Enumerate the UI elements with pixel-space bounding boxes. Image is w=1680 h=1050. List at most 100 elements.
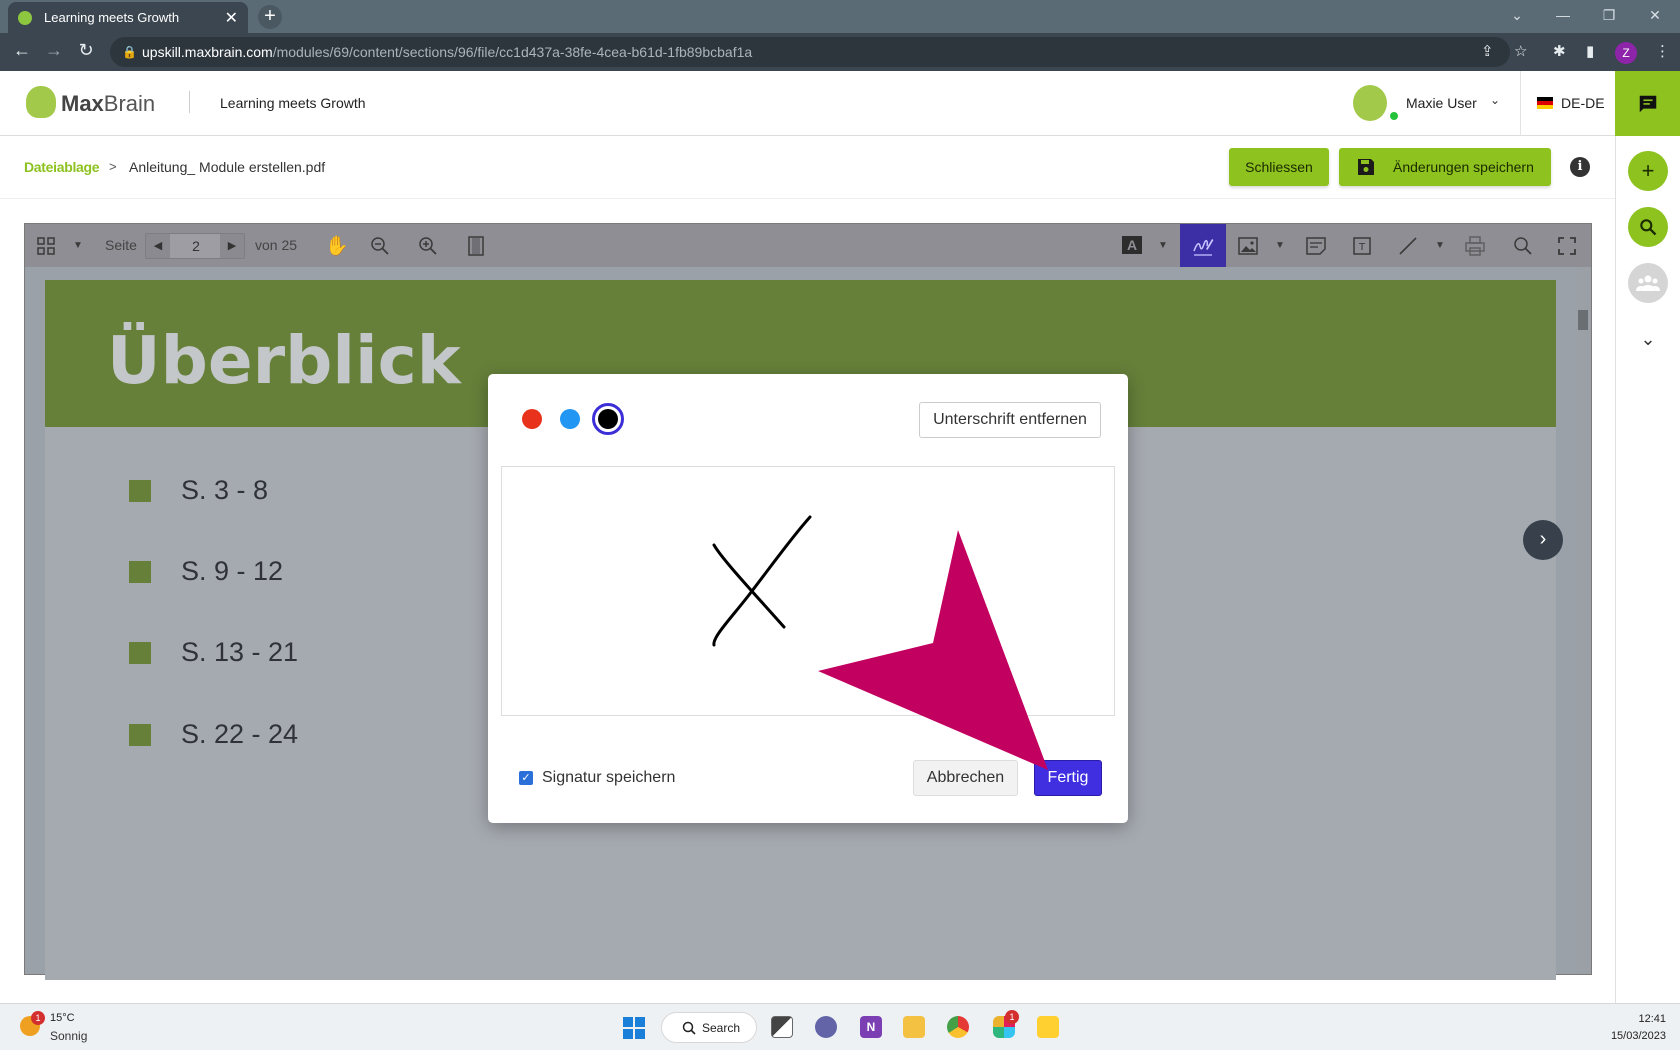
miro-icon[interactable] [1037,1016,1059,1038]
user-avatar[interactable] [1353,85,1387,121]
minimize-button[interactable]: — [1540,0,1586,33]
lock-icon: 🔒 [122,45,137,59]
user-name[interactable]: Maxie User [1406,95,1477,111]
close-tab-icon[interactable]: ✕ [225,8,238,28]
forward-arrow-icon[interactable]: → [42,40,66,61]
save-changes-button[interactable]: Änderungen speichern [1339,148,1551,186]
search-icon [1640,219,1657,236]
add-button[interactable]: + [1628,151,1668,191]
pan-hand-icon[interactable]: ✋ [325,234,349,258]
signature-canvas[interactable] [501,466,1115,716]
maxbrain-logo-icon[interactable] [26,86,56,118]
new-tab-button[interactable]: + [258,5,282,29]
browser-toolbar: ← → ↻ 🔒 upskill.maxbrain.com/modules/69/… [0,33,1680,71]
breadcrumb-separator: > [109,159,117,174]
previous-page-icon[interactable]: ◀ [146,234,170,258]
language-selector[interactable]: DE-DE [1561,95,1605,111]
scrollbar-thumb[interactable] [1578,310,1588,330]
sticky-note-icon[interactable] [1306,237,1326,255]
next-page-button[interactable]: › [1523,520,1563,560]
reload-icon[interactable]: ↻ [74,40,98,61]
community-button[interactable] [1628,263,1668,303]
url-path: /modules/69/content/sections/96/file/cc1… [272,44,753,60]
close-button[interactable]: Schliessen [1229,148,1329,186]
windows-taskbar: 1 15°C Sonnig Search N 1 12:41 15/03/202… [0,1003,1680,1050]
clock-date[interactable]: 15/03/2023 [1596,1030,1666,1042]
chat-icon [1639,95,1656,112]
chevron-down-icon: ⌄ [1640,328,1656,349]
slack-badge: 1 [1005,1010,1019,1024]
windows-start-button[interactable] [623,1017,645,1039]
zoom-in-icon[interactable] [418,236,438,256]
svg-text:T: T [1358,242,1366,253]
fit-page-icon[interactable] [466,236,486,256]
weather-temperature: 15°C [50,1012,75,1024]
bookmark-star-icon[interactable]: ☆ [1514,42,1527,60]
info-icon[interactable]: i [1570,157,1590,177]
chrome-icon[interactable] [947,1016,969,1038]
list-item: S. 9 - 12 [129,556,283,587]
signature-drawing [712,515,812,647]
taskbar-search[interactable]: Search [661,1012,757,1043]
bullet-square [129,641,151,664]
line-tool-icon[interactable] [1398,236,1418,256]
caret-down-icon[interactable]: ▼ [73,240,83,251]
save-changes-label: Änderungen speichern [1393,159,1534,175]
search-button[interactable] [1628,207,1668,247]
restore-button[interactable]: ❐ [1586,0,1632,33]
extensions-puzzle-icon[interactable]: ✱ [1553,42,1566,60]
text-box-icon[interactable]: T [1352,236,1372,256]
list-item: S. 3 - 8 [129,475,268,506]
onenote-icon[interactable]: N [860,1016,882,1038]
chat-button[interactable] [1615,71,1680,136]
search-document-icon[interactable] [1513,236,1533,256]
teams-chat-icon[interactable] [815,1016,837,1038]
caret-down-icon[interactable]: ▼ [1158,240,1168,251]
done-button[interactable]: Fertig [1034,760,1102,796]
close-window-button[interactable]: ✕ [1632,0,1678,33]
print-icon[interactable] [1465,236,1485,256]
signature-tool-button[interactable] [1180,224,1226,267]
page-navigator: ◀ 2 ▶ [145,233,245,259]
remove-signature-button[interactable]: Unterschrift entfernen [919,402,1101,438]
online-status-indicator [1389,111,1399,121]
chevron-right-icon: › [1539,528,1547,550]
header-separator [1520,71,1521,136]
save-signature-checkbox[interactable]: ✓ [519,771,533,785]
signature-pen-icon [1193,239,1214,256]
breadcrumb: Dateiablage > Anleitung_ Module erstelle… [0,137,1615,199]
zoom-out-icon[interactable] [370,236,390,256]
fullscreen-icon[interactable] [1558,237,1576,255]
address-input[interactable]: 🔒 upskill.maxbrain.com/modules/69/conten… [110,37,1510,67]
caret-down-icon[interactable]: ▼ [1275,240,1285,251]
bullet-square [129,560,151,583]
clock-time[interactable]: 12:41 [1610,1013,1666,1025]
browser-tab-bar: Learning meets Growth ✕ + ⌄ — ❐ ✕ [0,0,1680,33]
chevron-down-icon[interactable]: ⌄ [1490,93,1500,107]
page-label: Seite [105,237,137,253]
browser-menu-icon[interactable]: ⋮ [1655,42,1670,60]
text-format-icon[interactable]: A [1122,236,1142,254]
viewer-scrollbar[interactable] [1577,267,1591,974]
side-panel-icon[interactable]: ▮ [1586,42,1594,60]
expand-rail-button[interactable]: ⌄ [1628,319,1668,359]
cancel-button[interactable]: Abbrechen [913,760,1018,796]
thumbnails-grid-icon[interactable] [37,237,55,255]
page-number-input[interactable]: 2 [172,234,220,258]
browser-tab[interactable]: Learning meets Growth ✕ [8,2,248,33]
tab-search-icon[interactable]: ⌄ [1494,0,1540,33]
caret-down-icon[interactable]: ▼ [1435,240,1445,251]
profile-avatar[interactable]: Z [1615,42,1637,64]
logo-wordmark[interactable]: MaxBrain [61,91,155,117]
color-red-option[interactable] [522,409,542,429]
page-title: Überblick [107,322,461,399]
color-black-option[interactable] [592,403,624,435]
next-page-icon[interactable]: ▶ [220,234,244,258]
share-icon[interactable]: ⇪ [1481,42,1494,60]
breadcrumb-root-link[interactable]: Dateiablage [24,159,100,175]
back-arrow-icon[interactable]: ← [10,40,34,61]
image-icon[interactable] [1238,237,1258,255]
file-explorer-icon[interactable] [903,1016,925,1038]
color-blue-option[interactable] [560,409,580,429]
task-view-icon[interactable] [771,1016,793,1038]
